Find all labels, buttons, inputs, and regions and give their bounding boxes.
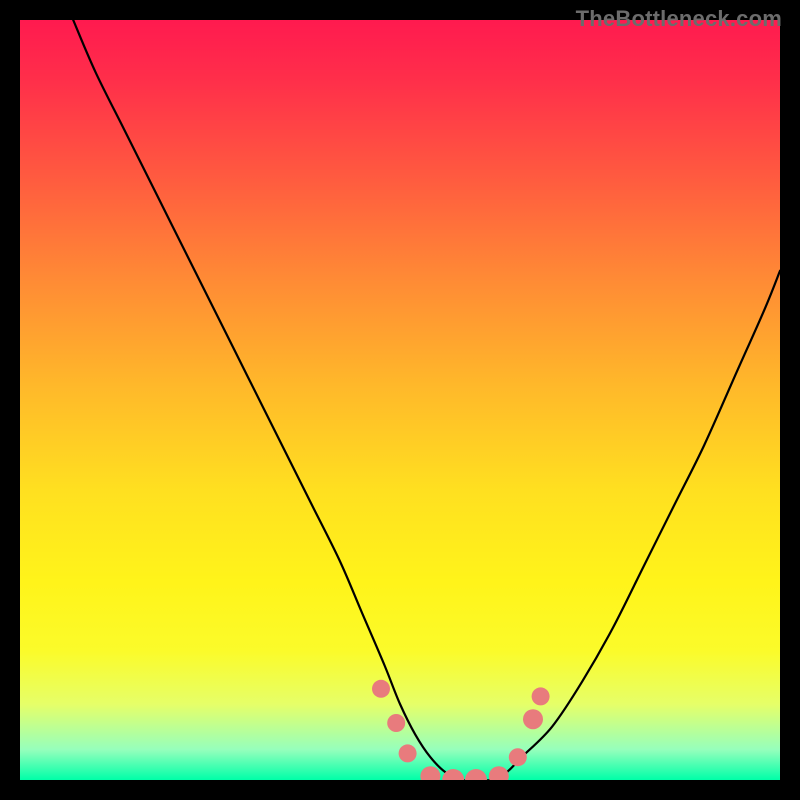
- gradient-background: [20, 20, 780, 780]
- watermark-text: TheBottleneck.com: [576, 6, 782, 32]
- plot-area: [20, 20, 780, 780]
- chart-frame: TheBottleneck.com: [0, 0, 800, 800]
